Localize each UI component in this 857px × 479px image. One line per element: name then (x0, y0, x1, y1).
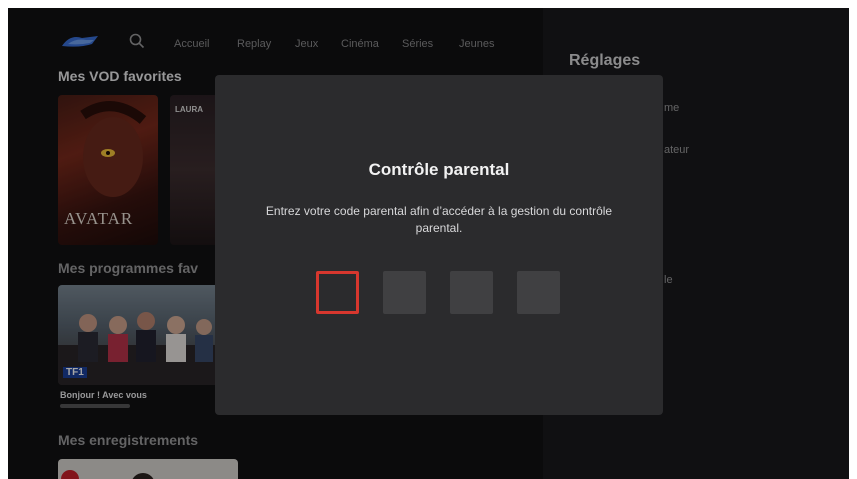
pin-digit-3[interactable] (450, 271, 493, 314)
pin-digit-4[interactable] (517, 271, 560, 314)
pin-digit-1[interactable] (316, 271, 359, 314)
dialog-title: Contrôle parental (368, 160, 510, 179)
parental-control-dialog: Contrôle parental Entrez votre code pare… (215, 75, 663, 415)
pin-digit-2[interactable] (383, 271, 426, 314)
dialog-message: Entrez votre code parental afin d’accéde… (265, 204, 613, 235)
tv-screen: Accueil Replay Jeux Cinéma Séries Jeunes… (8, 8, 849, 479)
